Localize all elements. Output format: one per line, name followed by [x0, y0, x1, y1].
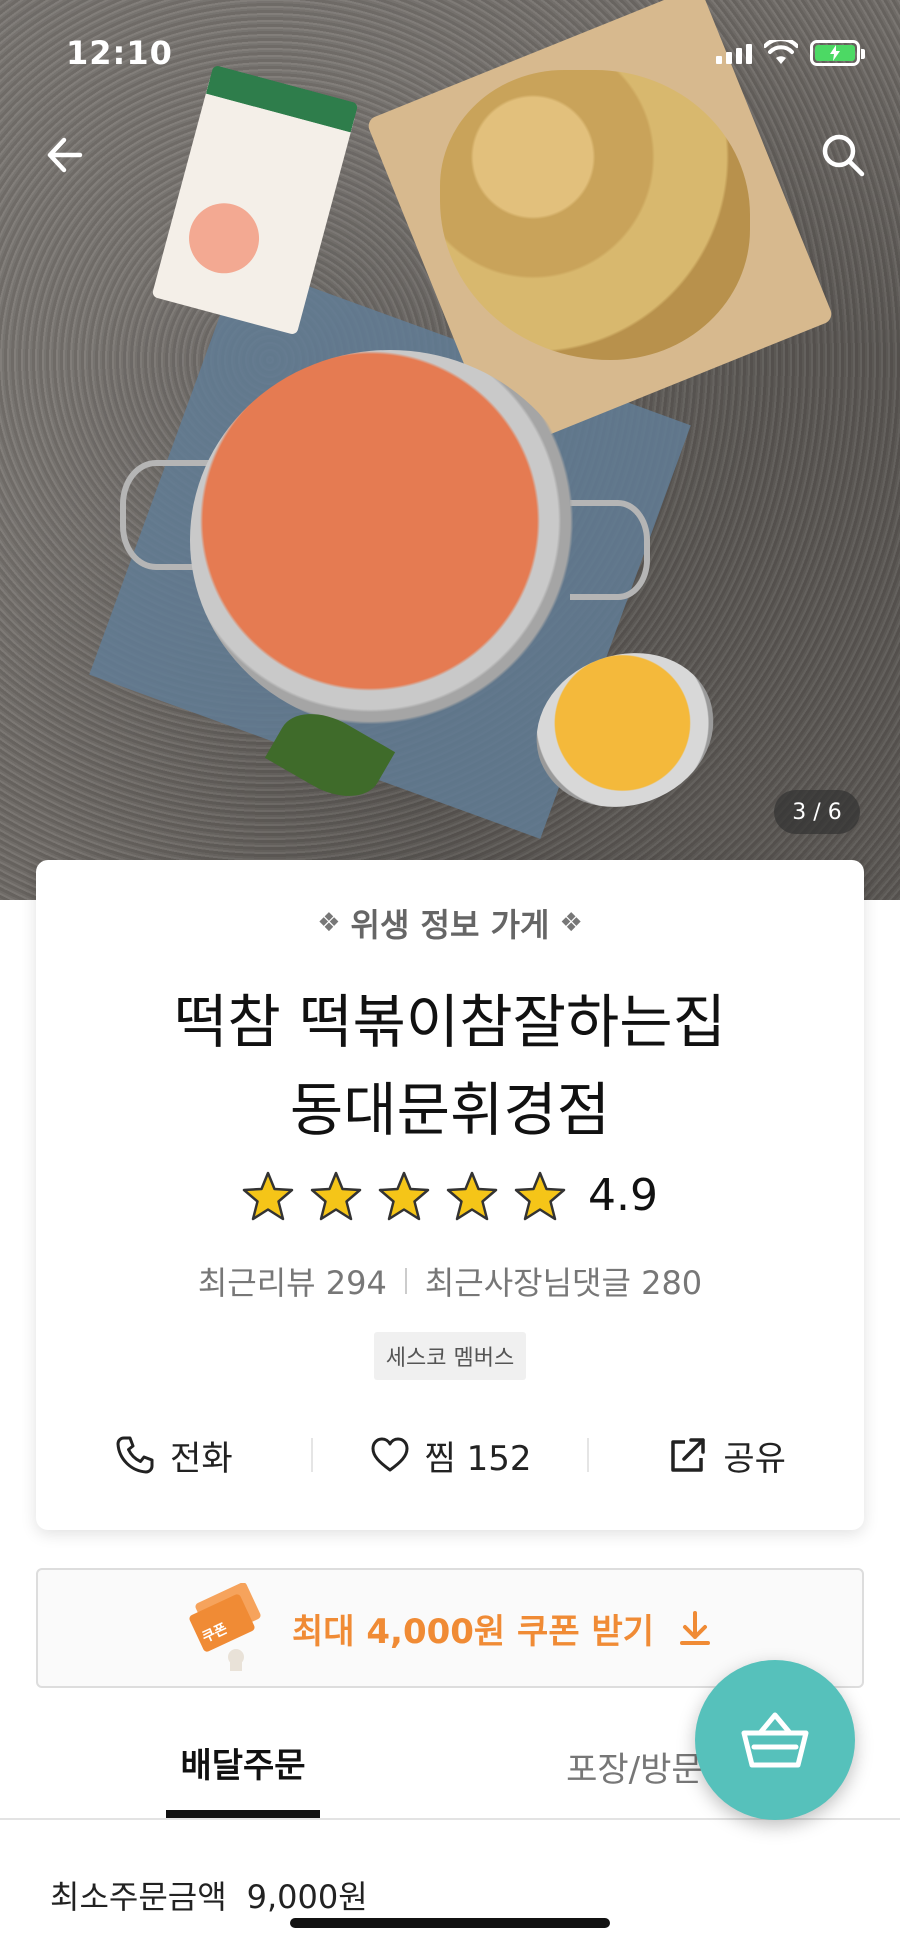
star-icon [242, 1171, 294, 1220]
status-icons [716, 40, 865, 66]
recent-owner-replies-link[interactable]: 최근사장님댓글 280 [425, 1258, 702, 1304]
search-icon[interactable] [818, 130, 868, 180]
star-icon [514, 1171, 566, 1220]
image-page-counter: 3 / 6 [774, 790, 860, 834]
recent-reviews-link[interactable]: 최근리뷰 294 [198, 1258, 387, 1304]
share-icon [671, 1438, 706, 1472]
share-label: 공유 [723, 1438, 786, 1479]
status-bar: 12:10 [0, 0, 900, 110]
store-name: 떡참 떡볶이참잘하는집 동대문휘경점 [36, 978, 864, 1154]
store-name-line2: 동대문휘경점 [289, 1076, 611, 1144]
home-indicator [290, 1918, 610, 1928]
star-icon [378, 1171, 430, 1220]
store-actions: 전화 찜 152 공유 [36, 1420, 864, 1490]
store-hero-image[interactable]: 12:10 3 / 6 [0, 0, 900, 900]
heart-icon [371, 1437, 409, 1472]
call-button[interactable]: 전화 [36, 1431, 311, 1480]
cellular-signal-icon [716, 42, 752, 64]
star-icon [310, 1171, 362, 1220]
cart-button[interactable] [695, 1660, 855, 1820]
download-arrow-icon [680, 1611, 710, 1645]
star-icon [446, 1171, 498, 1220]
min-order-row: 최소주문금액 9,000원 [50, 1872, 368, 1918]
divider [404, 1268, 407, 1294]
hygiene-info-text: 위생 정보 가게 [350, 906, 550, 944]
battery-icon [810, 40, 865, 66]
share-button[interactable]: 공유 [589, 1431, 864, 1480]
cesco-member-badge: 세스코 멤버스 [373, 1332, 527, 1380]
coupon-label: 최대 4,000원 쿠폰 받기 [291, 1611, 654, 1652]
review-counts: 최근리뷰 294 최근사장님댓글 280 [36, 1258, 864, 1304]
favorite-button[interactable]: 찜 152 [313, 1431, 588, 1480]
coupon-ticket-icon: 쿠폰 [189, 1583, 261, 1671]
min-order-label: 최소주문금액 [50, 1878, 227, 1916]
rating-value: 4.9 [588, 1170, 658, 1221]
tteokbokki-pot [190, 350, 590, 730]
leaf-left-icon: ❖ [317, 908, 341, 938]
wifi-icon [764, 40, 798, 64]
store-info-card: ❖ 위생 정보 가게 ❖ 떡참 떡볶이참잘하는집 동대문휘경점 4.9 최근리뷰… [36, 860, 864, 1530]
tab-delivery[interactable]: 배달주문 [166, 1715, 320, 1818]
min-order-value: 9,000원 [246, 1878, 368, 1916]
leaf-right-icon: ❖ [559, 908, 583, 938]
phone-icon [116, 1436, 154, 1474]
store-name-line1: 떡참 떡볶이참잘하는집 [173, 988, 727, 1056]
favorite-label: 찜 152 [424, 1438, 532, 1479]
hygiene-info-label[interactable]: ❖ 위생 정보 가게 ❖ [36, 900, 864, 946]
call-label: 전화 [170, 1438, 233, 1479]
back-arrow-icon[interactable] [40, 130, 90, 180]
basket-icon [741, 1712, 809, 1768]
status-time: 12:10 [66, 34, 173, 72]
store-rating[interactable]: 4.9 [36, 1170, 864, 1221]
